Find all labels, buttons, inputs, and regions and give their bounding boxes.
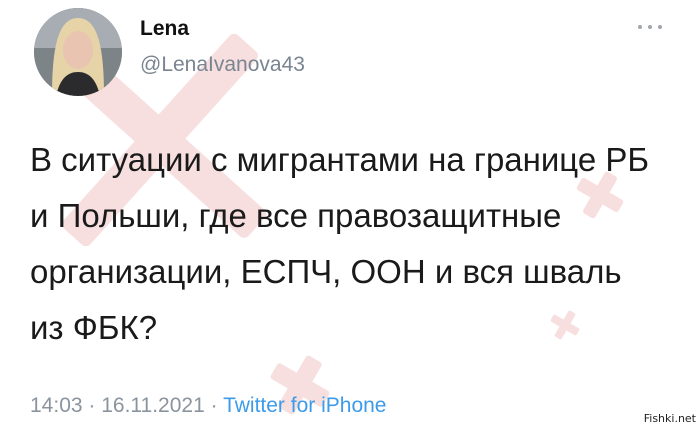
tweet-source-link[interactable]: Twitter for iPhone — [223, 394, 386, 417]
tweet-time[interactable]: 14:03 — [30, 394, 83, 417]
meta-separator: · — [204, 394, 224, 417]
author-handle[interactable]: @LenaIvanova43 — [140, 53, 305, 77]
more-options-icon[interactable] — [634, 20, 668, 34]
avatar[interactable] — [34, 8, 122, 96]
tweet-meta: 14:03 · 16.11.2021 · Twitter for iPhone — [30, 394, 386, 418]
tweet-date[interactable]: 16.11.2021 — [101, 394, 205, 417]
tweet-card: Lena @LenaIvanova43 В ситуации с мигрант… — [0, 0, 700, 433]
avatar-photo — [34, 8, 122, 96]
tweet-text: В ситуации с мигрантами на границе РБ и … — [30, 141, 650, 346]
author-name[interactable]: Lena — [140, 17, 189, 41]
site-watermark: Fishki.net — [643, 412, 696, 425]
meta-separator: · — [82, 394, 102, 417]
